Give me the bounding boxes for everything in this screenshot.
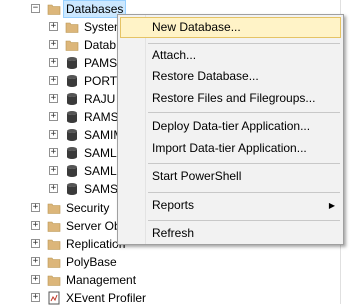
menu-item-label: Restore Database... [152,69,259,83]
menu-item-label: Start PowerShell [152,169,242,183]
expand-icon[interactable]: + [31,221,40,230]
collapse-icon[interactable]: − [31,4,40,13]
tree-node-server-objects[interactable]: + Server Ob [0,217,121,235]
menu-item-label: New Database... [152,20,241,34]
folder-icon [47,257,61,268]
tree-node-label: PORT [84,74,118,88]
folder-icon [47,239,61,250]
folder-icon [47,275,61,286]
menu-item-start-powershell[interactable]: Start PowerShell [120,166,341,187]
menu-item-label: Deploy Data-tier Application... [152,119,311,133]
tree-node-label: RAJU [84,92,116,106]
menu-item-label: Refresh [152,226,195,240]
tree-node-database[interactable]: + RAMS [0,108,120,126]
tree-node-system-databases[interactable]: + System [0,18,124,36]
expand-icon[interactable]: + [49,184,58,193]
expand-icon[interactable]: + [49,148,58,157]
folder-icon [65,40,79,51]
tree-node-polybase[interactable]: + PolyBase [0,253,340,271]
expand-icon[interactable]: + [49,94,58,103]
tree-node-label: SAML [84,164,117,178]
tree-node-label: Datab [84,38,117,52]
database-icon [67,111,77,123]
menu-item-attach[interactable]: Attach... [120,45,341,66]
tree-node-database[interactable]: + SAMIM [0,126,123,144]
menu-item-deploy-data-tier[interactable]: Deploy Data-tier Application... [120,116,341,137]
tree-node-label: Management [66,273,137,287]
expand-icon[interactable]: + [31,275,40,284]
database-icon [67,57,77,69]
menu-item-refresh[interactable]: Refresh [120,223,341,244]
submenu-arrow-icon: ▶ [328,201,335,210]
context-menu: New Database... Attach... Restore Databa… [117,14,344,245]
tree-node-management[interactable]: + Management [0,271,340,289]
menu-item-restore-database[interactable]: Restore Database... [120,66,341,87]
folder-icon [47,221,61,232]
tree-node-database[interactable]: + SAML [0,144,120,162]
menu-separator [148,43,340,44]
menu-item-label: Attach... [152,48,197,62]
database-icon [67,93,77,105]
tree-node-database-snapshots[interactable]: + Datab [0,36,120,54]
tree-node-label: PolyBase [66,255,117,269]
tree-node-label: PAMS [84,56,118,70]
expand-icon[interactable]: + [49,130,58,139]
menu-separator [148,192,340,193]
menu-separator [148,220,340,221]
expand-icon[interactable]: + [49,166,58,175]
menu-item-label: Import Data-tier Application... [152,141,307,155]
folder-icon [65,22,79,33]
database-icon [67,129,77,141]
tree-node-database[interactable]: + SAMS [0,180,120,198]
tree-node-label: SAMS [84,182,119,196]
expand-icon[interactable]: + [31,203,40,212]
expand-icon[interactable]: + [49,58,58,67]
folder-icon [47,203,61,214]
tree-node-xevent-profiler[interactable]: + XEvent Profiler [0,289,340,307]
database-icon [67,75,77,87]
folder-icon [47,4,61,15]
tree-node-label: Security [66,201,110,215]
expand-icon[interactable]: + [49,22,58,31]
tree-node-label: Server Ob [66,219,121,233]
tree-node-database[interactable]: + PORT [0,72,120,90]
menu-item-label: Reports [152,198,195,212]
expand-icon[interactable]: + [49,76,58,85]
tree-node-database[interactable]: + SAML [0,162,120,180]
menu-item-restore-files[interactable]: Restore Files and Filegroups... [120,88,341,109]
database-icon [67,147,77,159]
expand-icon[interactable]: + [31,257,40,266]
menu-item-reports[interactable]: Reports ▶ [120,195,341,216]
menu-separator [148,112,340,113]
menu-item-new-database[interactable]: New Database... [120,17,341,38]
tree-node-label: RAMS [84,110,119,124]
expand-icon[interactable]: + [49,112,58,121]
profiler-icon [48,291,60,305]
menu-separator [148,163,340,164]
expand-icon[interactable]: + [49,40,58,49]
tree-node-database[interactable]: + PAMS [0,54,120,72]
database-icon [67,165,77,177]
expand-icon[interactable]: + [31,239,40,248]
menu-item-import-data-tier[interactable]: Import Data-tier Application... [120,138,341,159]
database-icon [67,183,77,195]
tree-node-database[interactable]: + RAJU [0,90,120,108]
expand-icon[interactable]: + [31,293,40,302]
menu-item-label: Restore Files and Filegroups... [152,91,316,105]
tree-node-label: SAML [84,146,117,160]
